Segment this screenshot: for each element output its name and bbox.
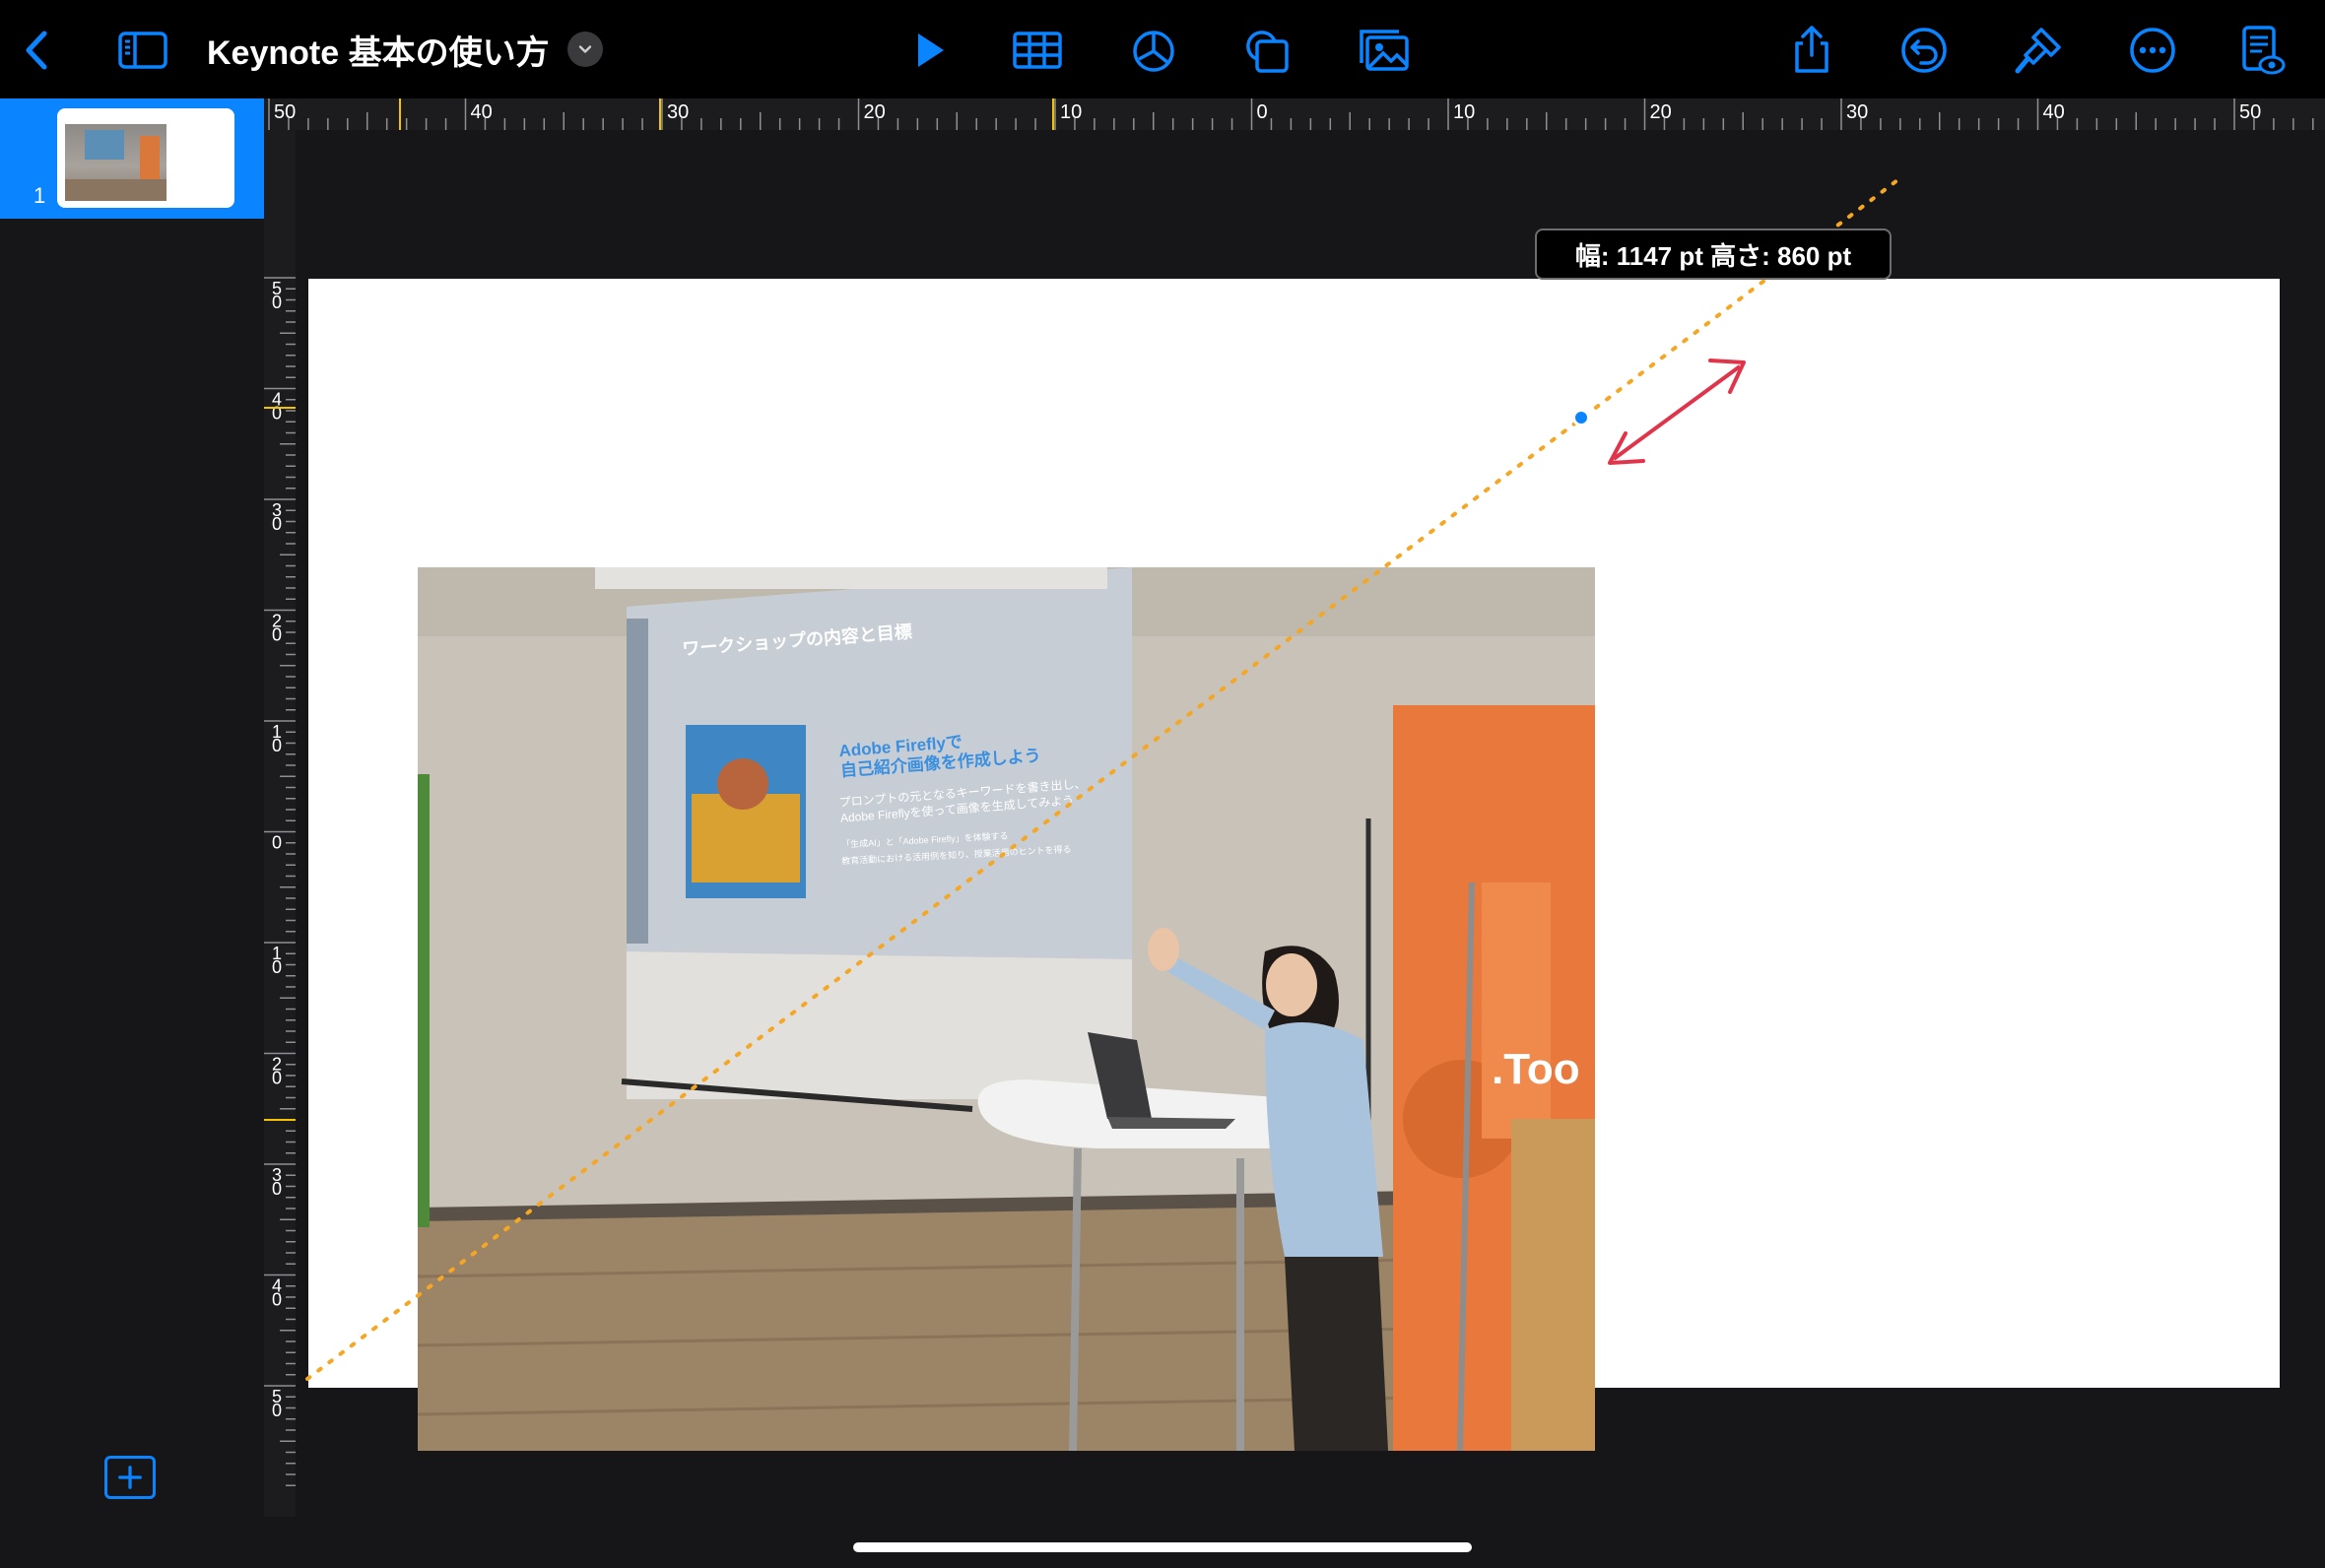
- slide-navigator: 1: [0, 98, 264, 1517]
- ellipsis-icon: [2130, 28, 2175, 73]
- vertical-ruler: 504030201001020304050: [264, 130, 296, 1517]
- ruler-label: 30: [1846, 101, 1868, 123]
- ruler-label: 20: [1650, 101, 1672, 123]
- home-indicator[interactable]: [853, 1542, 1472, 1552]
- thumbnail-photo: [65, 124, 166, 201]
- ruler-label: 0: [272, 404, 282, 424]
- play-icon: [918, 33, 944, 67]
- share-icon: [1795, 26, 1828, 73]
- ruler-label: 10: [1453, 101, 1475, 123]
- document-title-button[interactable]: Keynote 基本の使い方: [207, 26, 603, 73]
- ruler-label: 50: [274, 101, 296, 123]
- selected-photo[interactable]: ワークショップの内容と目標 Adobe Fireflyで 自己紹介画像を作成しよ…: [418, 567, 1595, 1451]
- back-button[interactable]: [10, 22, 67, 79]
- horizontal-ruler: 50 40 30 20 10 0 10 20 30 40 50: [264, 98, 2325, 130]
- slide[interactable]: ワークショップの内容と目標 Adobe Fireflyで 自己紹介画像を作成しよ…: [308, 279, 2280, 1451]
- toolbar: Keynote 基本の使い方: [0, 0, 2325, 98]
- ruler-label: 20: [864, 101, 886, 123]
- more-button[interactable]: [2124, 22, 2181, 79]
- document-title: Keynote 基本の使い方: [207, 33, 550, 72]
- resize-handle[interactable]: [1572, 409, 1590, 426]
- play-button[interactable]: [900, 22, 958, 79]
- ruler-label: 0: [272, 736, 282, 755]
- reader-view-button[interactable]: [2232, 22, 2290, 79]
- paintbrush-icon: [2015, 28, 2061, 74]
- chart-icon: [1133, 31, 1174, 72]
- ruler-label: 0: [272, 293, 282, 312]
- insert-shape-button[interactable]: [1237, 22, 1295, 79]
- insert-table-button[interactable]: [1009, 22, 1066, 79]
- ruler-label: 40: [471, 101, 493, 123]
- ruler-label: 0: [272, 1401, 282, 1420]
- ruler-label: 0: [272, 625, 282, 645]
- plus-icon: [118, 1466, 142, 1489]
- size-tooltip: 幅: 1147 pt 高さ: 860 pt: [1535, 229, 1892, 280]
- ruler-label: 0: [272, 1179, 282, 1199]
- ruler-label: 30: [667, 101, 689, 123]
- ruler-label: 40: [2043, 101, 2065, 123]
- ruler-label: 50: [2239, 101, 2261, 123]
- undo-icon: [1901, 28, 1947, 73]
- chevron-down-icon: [566, 32, 603, 67]
- keynote-app: Keynote 基本の使い方 1 50 40 30 20 10 0 10 20 …: [0, 0, 2325, 1568]
- slide-canvas[interactable]: ワークショップの内容と目標 Adobe Fireflyで 自己紹介画像を作成しよ…: [296, 130, 2325, 1517]
- format-button[interactable]: [2010, 22, 2067, 79]
- insert-media-button[interactable]: [1356, 22, 1413, 79]
- slide-thumbnail-row[interactable]: 1: [0, 98, 264, 219]
- slide-number: 1: [33, 183, 46, 208]
- ruler-label: 0: [272, 1069, 282, 1088]
- table-icon: [1013, 32, 1062, 69]
- ruler-label: 0: [272, 514, 282, 534]
- ruler-label: 10: [1060, 101, 1082, 123]
- ruler-label: 0: [272, 957, 282, 977]
- slide-thumbnail[interactable]: [57, 108, 234, 208]
- ruler-label: 0: [272, 833, 282, 853]
- chevron-left-icon: [26, 31, 47, 70]
- ruler-label: 0: [1257, 101, 1268, 123]
- sidebar-icon: [118, 32, 167, 69]
- insert-chart-button[interactable]: [1125, 22, 1182, 79]
- share-button[interactable]: [1783, 22, 1840, 79]
- add-slide-button[interactable]: [104, 1456, 156, 1499]
- reader-view-icon: [2242, 26, 2286, 75]
- banner-logo-text: .Too: [1492, 1045, 1580, 1093]
- sidebar-toggle-button[interactable]: [114, 22, 171, 79]
- undo-button[interactable]: [1895, 22, 1953, 79]
- ruler-label: 0: [272, 1290, 282, 1310]
- shape-icon: [1246, 31, 1289, 73]
- media-icon: [1360, 30, 1409, 71]
